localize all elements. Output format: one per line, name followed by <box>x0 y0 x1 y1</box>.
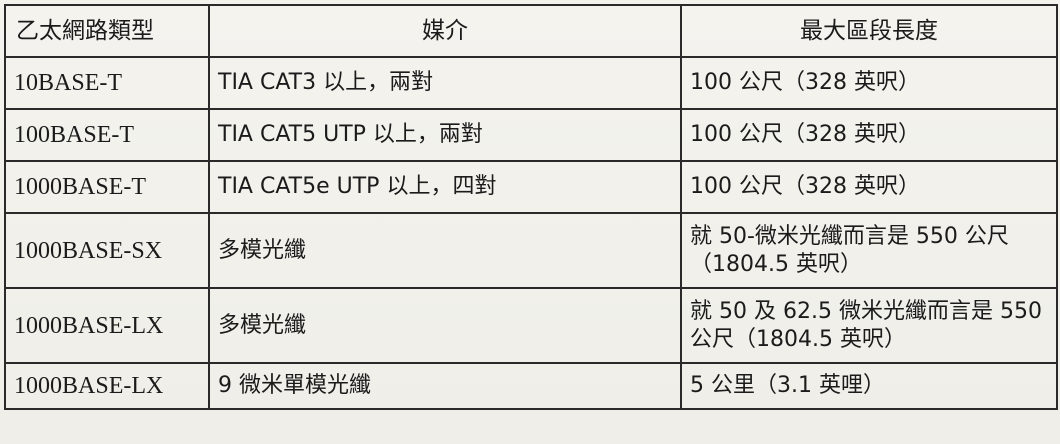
media-cell: TIA CAT5e UTP 以上，四對 <box>208 160 682 214</box>
type-cell: 1000BASE-SX <box>4 212 210 289</box>
table-row: 10BASE-T TIA CAT3 以上，兩對 100 公尺（328 英呎） <box>4 56 1058 110</box>
media-cell: TIA CAT3 以上，兩對 <box>208 56 682 110</box>
table-row: 100BASE-T TIA CAT5 UTP 以上，兩對 100 公尺（328 … <box>4 108 1058 162</box>
media-cell: 9 微米單模光纖 <box>208 362 682 410</box>
type-cell: 10BASE-T <box>4 56 210 110</box>
media-cell: 多模光纖 <box>208 287 682 364</box>
table-row: 1000BASE-SX 多模光纖 就 50-微米光纖而言是 550 公尺（180… <box>4 212 1058 289</box>
page: 乙太網路類型 媒介 最大區段長度 10BASE-T TIA CAT3 以上，兩對… <box>0 0 1060 444</box>
header-ethernet-type: 乙太網路類型 <box>4 4 210 58</box>
ethernet-types-table: 乙太網路類型 媒介 最大區段長度 10BASE-T TIA CAT3 以上，兩對… <box>4 4 1058 410</box>
length-cell: 100 公尺（328 英呎） <box>680 56 1058 110</box>
media-cell: 多模光纖 <box>208 212 682 289</box>
type-cell: 1000BASE-T <box>4 160 210 214</box>
type-cell: 100BASE-T <box>4 108 210 162</box>
length-cell: 5 公里（3.1 英哩） <box>680 362 1058 410</box>
table-header-row: 乙太網路類型 媒介 最大區段長度 <box>4 4 1058 58</box>
length-cell: 就 50 及 62.5 微米光纖而言是 550 公尺（1804.5 英呎） <box>680 287 1058 364</box>
table-row: 1000BASE-T TIA CAT5e UTP 以上，四對 100 公尺（32… <box>4 160 1058 214</box>
table-row: 1000BASE-LX 多模光纖 就 50 及 62.5 微米光纖而言是 550… <box>4 287 1058 364</box>
type-cell: 1000BASE-LX <box>4 362 210 410</box>
type-cell: 1000BASE-LX <box>4 287 210 364</box>
media-cell: TIA CAT5 UTP 以上，兩對 <box>208 108 682 162</box>
header-max-segment-length: 最大區段長度 <box>680 4 1058 58</box>
table-row: 1000BASE-LX 9 微米單模光纖 5 公里（3.1 英哩） <box>4 362 1058 410</box>
length-cell: 就 50-微米光纖而言是 550 公尺（1804.5 英呎） <box>680 212 1058 289</box>
header-media: 媒介 <box>208 4 682 58</box>
length-cell: 100 公尺（328 英呎） <box>680 108 1058 162</box>
length-cell: 100 公尺（328 英呎） <box>680 160 1058 214</box>
